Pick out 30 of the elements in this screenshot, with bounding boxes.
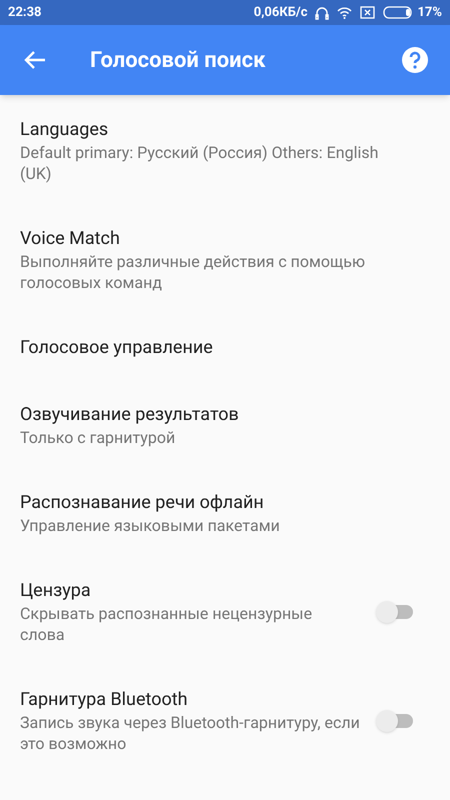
setting-title: Цензура: [20, 579, 92, 603]
battery-icon: [383, 6, 414, 19]
setting-summary: Скрывать распознанные нецензурные слова: [20, 603, 314, 645]
settings-item[interactable]: Озвучивание результатов Только с гарнитурой: [0, 380, 450, 468]
settings-item[interactable]: Гарнитура Bluetooth Запись звука через Bluetooth-гарнитуру, если это возможно: [0, 665, 450, 774]
setting-summary: Выполняйте различные действия с помощью голосовых команд: [20, 251, 366, 293]
settings-item[interactable]: Голосовое управление: [0, 313, 450, 380]
back-arrow-icon: [24, 50, 46, 70]
setting-summary: Только с гарнитурой: [20, 427, 176, 448]
setting-title: Гарнитура Bluetooth: [20, 688, 189, 712]
page-title: Голосовой поиск: [90, 46, 266, 74]
setting-title: Голосовое управление: [20, 336, 214, 360]
headphones-icon: [315, 6, 330, 20]
settings-item[interactable]: Voice Match Выполняйте различные действия с помощью голосовых команд: [0, 204, 450, 313]
setting-summary: Default primary: Русский (Россия) Others: English (UK): [20, 142, 380, 184]
battery-level: 17%: [417, 4, 442, 22]
setting-title: Озвучивание результатов: [20, 403, 240, 427]
clock: 22:38: [8, 4, 42, 22]
network-speed: 0,06КБ/с: [254, 4, 308, 22]
setting-summary: Запись звука через Bluetooth-гарнитуру, если это возможно: [20, 712, 360, 754]
settings-item[interactable]: Languages Default primary: Русский (Россия) Others: English (UK): [0, 95, 450, 204]
settings-item[interactable]: Цензура Скрывать распознанные нецензурные слова: [0, 556, 450, 665]
setting-title: Languages: [20, 118, 110, 142]
wifi-icon: [337, 6, 352, 18]
help-icon: [402, 47, 428, 73]
setting-title: Voice Match: [20, 227, 121, 251]
settings-item[interactable]: Распознавание речи офлайн Управление языковыми пакетами: [0, 468, 450, 556]
setting-title: Распознавание речи офлайн: [20, 491, 265, 515]
setting-summary: Управление языковыми пакетами: [20, 515, 281, 536]
no-sim-icon: [360, 6, 376, 19]
